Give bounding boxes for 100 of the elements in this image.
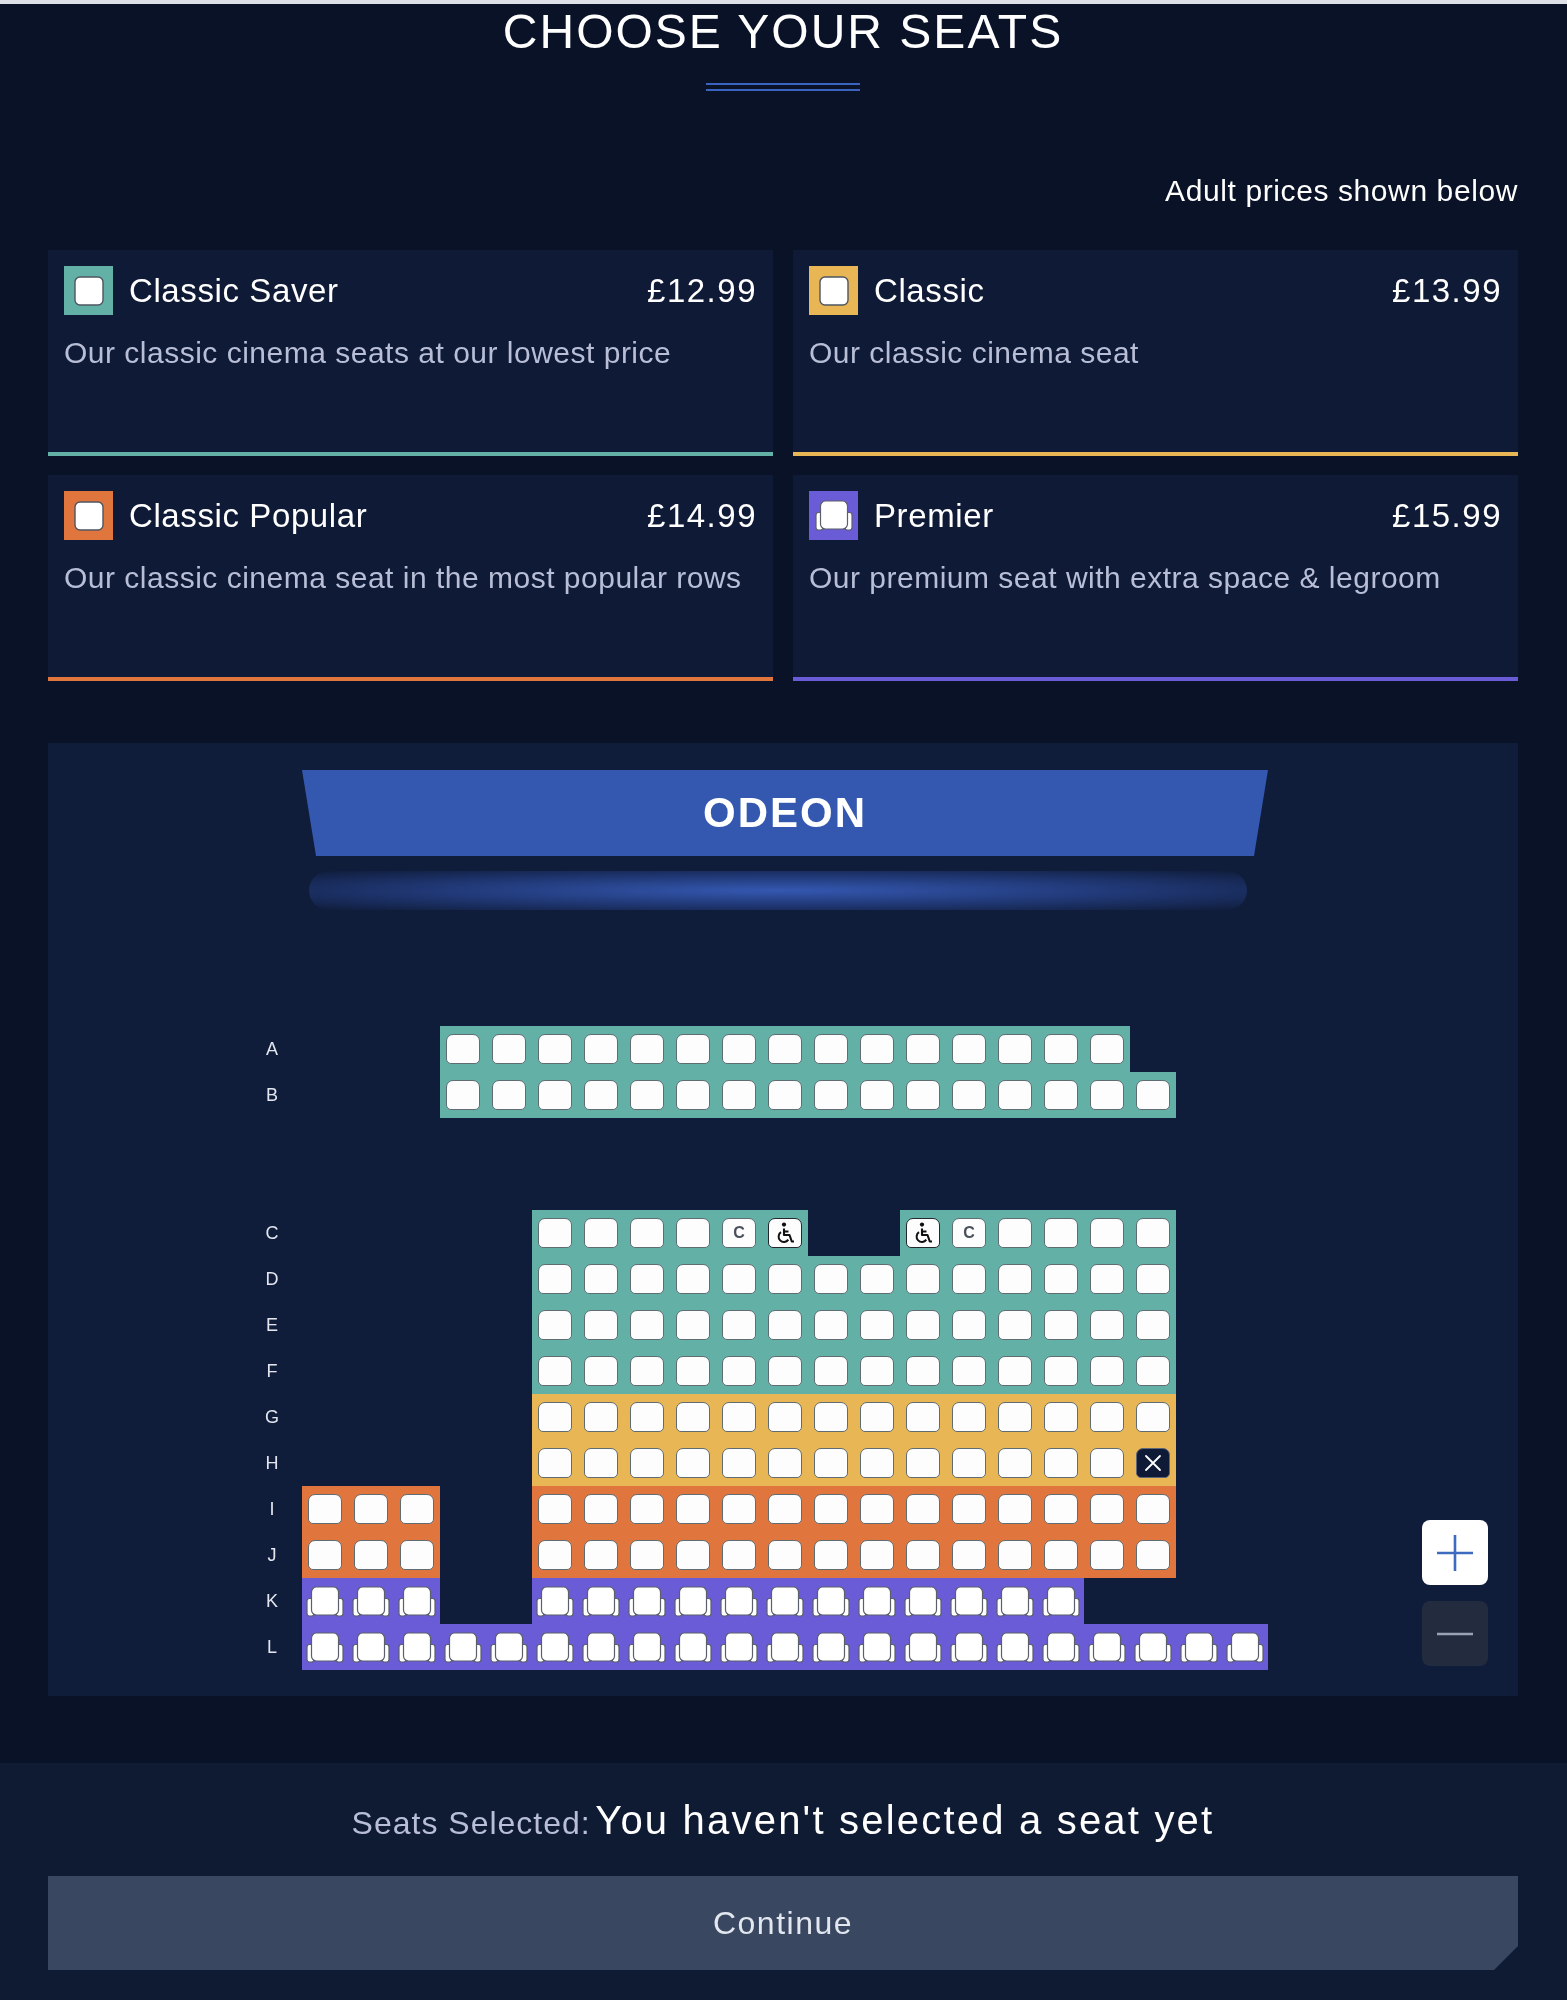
seat[interactable] [860,1264,894,1294]
seat-with-armrests[interactable] [306,1631,344,1663]
seat[interactable] [814,1264,848,1294]
seat-with-armrests[interactable] [444,1631,482,1663]
seat[interactable] [446,1034,480,1064]
seat[interactable] [768,1540,802,1570]
seat[interactable] [538,1264,572,1294]
seat[interactable] [906,1448,940,1478]
seat[interactable] [538,1356,572,1386]
seat[interactable] [676,1540,710,1570]
seat-with-armrests[interactable] [628,1585,666,1617]
seat[interactable] [722,1540,756,1570]
seat-with-armrests[interactable] [352,1631,390,1663]
seat[interactable] [584,1080,618,1110]
seat[interactable] [906,1264,940,1294]
seat[interactable] [860,1540,894,1570]
seat-with-armrests[interactable] [1088,1631,1126,1663]
seat[interactable] [768,1448,802,1478]
seat[interactable] [1090,1494,1124,1524]
companion-seat[interactable]: C [722,1218,756,1248]
seat[interactable] [538,1402,572,1432]
seat[interactable] [952,1310,986,1340]
seat[interactable] [1136,1080,1170,1110]
seat[interactable] [1044,1034,1078,1064]
seat[interactable] [492,1080,526,1110]
seat[interactable] [768,1356,802,1386]
seat[interactable] [998,1264,1032,1294]
seat[interactable] [400,1494,434,1524]
wheelchair-seat[interactable] [906,1218,940,1248]
seat[interactable] [860,1310,894,1340]
seat[interactable] [538,1448,572,1478]
seat-with-armrests[interactable] [950,1631,988,1663]
seat[interactable] [814,1402,848,1432]
seat[interactable] [722,1264,756,1294]
seat[interactable] [998,1034,1032,1064]
seat[interactable] [1044,1494,1078,1524]
seat[interactable] [676,1494,710,1524]
wheelchair-seat[interactable] [768,1218,802,1248]
seat[interactable] [952,1034,986,1064]
seat[interactable] [860,1402,894,1432]
seat[interactable] [722,1448,756,1478]
seat[interactable] [768,1402,802,1432]
seat[interactable] [1090,1402,1124,1432]
seat-with-armrests[interactable] [904,1585,942,1617]
seat[interactable] [400,1540,434,1570]
seat[interactable] [722,1310,756,1340]
seat[interactable] [446,1080,480,1110]
seat[interactable] [584,1310,618,1340]
seat[interactable] [1044,1310,1078,1340]
seat-with-armrests[interactable] [812,1585,850,1617]
seat[interactable] [722,1034,756,1064]
seat[interactable] [860,1080,894,1110]
seat[interactable] [722,1356,756,1386]
seat[interactable] [676,1264,710,1294]
seat[interactable] [1136,1356,1170,1386]
seat-with-armrests[interactable] [306,1585,344,1617]
seat[interactable] [998,1356,1032,1386]
seat[interactable] [768,1494,802,1524]
seat[interactable] [860,1356,894,1386]
seat-with-armrests[interactable] [628,1631,666,1663]
seat[interactable] [814,1448,848,1478]
seat-with-armrests[interactable] [352,1585,390,1617]
seat-with-armrests[interactable] [398,1585,436,1617]
seat[interactable] [538,1034,572,1064]
seat-with-armrests[interactable] [1180,1631,1218,1663]
seat[interactable] [906,1356,940,1386]
seat[interactable] [998,1218,1032,1248]
seat[interactable] [906,1402,940,1432]
seat[interactable] [1090,1034,1124,1064]
seat[interactable] [308,1540,342,1570]
seat-with-armrests[interactable] [582,1585,620,1617]
seat-with-armrests[interactable] [1042,1631,1080,1663]
seat[interactable] [1090,1264,1124,1294]
seat[interactable] [998,1540,1032,1570]
seat[interactable] [1090,1356,1124,1386]
seat[interactable] [906,1494,940,1524]
seat[interactable] [538,1540,572,1570]
seat[interactable] [814,1080,848,1110]
seat[interactable] [354,1494,388,1524]
seat[interactable] [630,1310,664,1340]
seat[interactable] [952,1356,986,1386]
seat-with-armrests[interactable] [536,1631,574,1663]
seat[interactable] [1044,1402,1078,1432]
seat[interactable] [584,1540,618,1570]
seat[interactable] [1090,1448,1124,1478]
seat-with-armrests[interactable] [536,1585,574,1617]
seat[interactable] [584,1218,618,1248]
seat[interactable] [860,1448,894,1478]
seat[interactable] [630,1080,664,1110]
seat[interactable] [584,1494,618,1524]
seat[interactable] [630,1540,664,1570]
seat[interactable] [906,1080,940,1110]
seat-with-armrests[interactable] [720,1631,758,1663]
seat[interactable] [584,1034,618,1064]
seat[interactable] [584,1402,618,1432]
seat[interactable] [676,1356,710,1386]
seat[interactable] [1090,1540,1124,1570]
seat-with-armrests[interactable] [766,1631,804,1663]
seat[interactable] [1090,1080,1124,1110]
seat-with-armrests[interactable] [766,1585,804,1617]
